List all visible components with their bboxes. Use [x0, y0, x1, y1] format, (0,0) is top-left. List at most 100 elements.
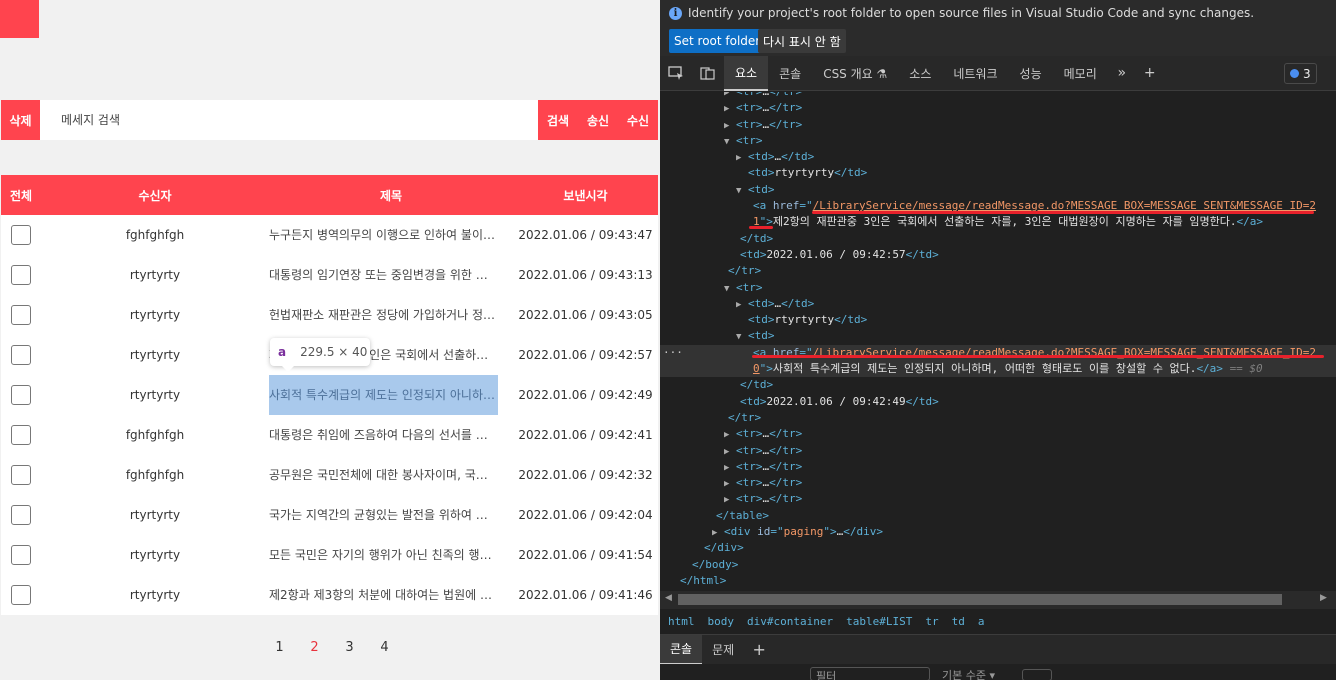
tab-sources[interactable]: 소스: [898, 56, 942, 91]
console-issues-badge[interactable]: [1022, 669, 1052, 680]
tab-network[interactable]: 네트워크: [942, 56, 1008, 91]
dom-node-a-selected[interactable]: ··· <a href="/LibraryService/message/read…: [660, 344, 1336, 362]
dom-node-td[interactable]: ▶ <td>…</td>: [660, 149, 1336, 165]
table-row: fghfghfgh 공무원은 국민전체에 대한 봉사자이며, 국민에 대하여 책…: [1, 455, 658, 495]
info-icon: i: [669, 6, 682, 20]
dom-node-td[interactable]: <td>rtyrtyrty</td>: [660, 165, 1336, 181]
page-link-1[interactable]: 1: [262, 640, 297, 655]
dom-node-div-paging[interactable]: ▶ <div id="paging">…</div>: [660, 524, 1336, 540]
node-actions-icon[interactable]: ···: [663, 345, 683, 361]
drawer-tab-issues[interactable]: 문제: [702, 635, 744, 665]
row-checkbox[interactable]: [11, 225, 31, 245]
dom-node-tr[interactable]: ▶<tr>…</tr>: [660, 117, 1336, 133]
dom-node-tr-expanded[interactable]: ▼ <tr>: [660, 280, 1336, 296]
breadcrumb-item[interactable]: td: [952, 615, 965, 628]
recipient-cell: rtyrtyrty: [129, 348, 181, 362]
dom-node-tr[interactable]: ▶<tr>…</tr>: [660, 92, 1336, 100]
dom-node-td-expanded[interactable]: ▼ <td>: [660, 182, 1336, 198]
dom-node-td-close: </td>: [740, 378, 774, 392]
subject-link[interactable]: 제2항과 제3항의 처분에 대하여는 법원에 제소할 수 없다.: [269, 575, 498, 615]
dom-node-tr[interactable]: ▶<tr>…</tr>: [660, 100, 1336, 116]
row-checkbox[interactable]: [11, 345, 31, 365]
message-search-bar: 삭제 검색 송신 수신: [1, 100, 658, 140]
page-link-4[interactable]: 4: [367, 640, 402, 655]
table-row: rtyrtyrty 모든 국민은 자기의 행위가 아닌 친족의 행위로 인하여 …: [1, 535, 658, 575]
dom-node-td[interactable]: ▶ <td>…</td>: [660, 296, 1336, 312]
breadcrumb-item[interactable]: table#LIST: [846, 615, 912, 628]
row-checkbox[interactable]: [11, 425, 31, 445]
info-message: Identify your project's root folder to o…: [688, 6, 1255, 20]
subject-link[interactable]: 대통령의 임기연장 또는 중임변경을 위한 헌법개정은 그 헌법개정 제안 당시…: [269, 255, 498, 295]
tab-memory[interactable]: 메모리: [1053, 56, 1108, 91]
page-link-3[interactable]: 3: [332, 640, 367, 655]
dom-node-td-expanded[interactable]: ▼ <td>: [660, 328, 1336, 344]
subject-link[interactable]: 공무원은 국민전체에 대한 봉사자이며, 국민에 대하여 책임을 진다.: [269, 455, 498, 495]
add-drawer-tab-icon[interactable]: +: [744, 640, 774, 659]
row-checkbox[interactable]: [11, 385, 31, 405]
breadcrumb-item[interactable]: body: [708, 615, 735, 628]
dom-node-tr[interactable]: ▶<tr>…</tr>: [660, 475, 1336, 491]
horizontal-scrollbar[interactable]: ◀ ▶: [660, 591, 1336, 609]
annotation-underline: [812, 211, 1314, 214]
breadcrumb-item[interactable]: html: [668, 615, 695, 628]
dom-node-tr[interactable]: ▶<tr>…</tr>: [660, 491, 1336, 507]
devtools-tabbar: 요소 콘솔 CSS 개요 ⚗ 소스 네트워크 성능 메모리 » + 3: [660, 55, 1336, 91]
console-filter-input[interactable]: 필터: [810, 667, 930, 680]
subject-link[interactable]: 누구든지 병역의무의 이행으로 인하여 불이익한 처우를 받지 아니한다.: [269, 215, 498, 255]
select-all-header[interactable]: 전체: [1, 175, 41, 215]
dont-show-again-button[interactable]: 다시 표시 안 함: [758, 29, 846, 53]
dom-node-tr-close: </tr>: [728, 264, 762, 278]
inspect-element-icon[interactable]: [660, 56, 692, 91]
row-checkbox[interactable]: [11, 545, 31, 565]
dom-node-tr[interactable]: ▶<tr>…</tr>: [660, 426, 1336, 442]
log-level-dropdown[interactable]: 기본 수준 ▾: [942, 667, 995, 680]
set-root-folder-button[interactable]: Set root folder: [669, 29, 766, 53]
subject-link[interactable]: 대통령은 취임에 즈음하여 다음의 선서를 한다.: [269, 415, 498, 455]
dom-node-div-close: </div>: [704, 541, 744, 555]
dom-node-td[interactable]: <td>rtyrtyrty</td>: [660, 312, 1336, 328]
subject-link-highlighted[interactable]: 사회적 특수계급의 제도는 인정되지 아니하며, 어떠한 형태로도 이를 창설할…: [269, 375, 498, 415]
dom-node-tr-expanded[interactable]: ▼ <tr>: [660, 133, 1336, 149]
breadcrumb-item[interactable]: div#container: [747, 615, 833, 628]
table-row: fghfghfgh 대통령은 취임에 즈음하여 다음의 선서를 한다. 2022…: [1, 415, 658, 455]
page-link-2-current[interactable]: 2: [297, 640, 332, 655]
sent-time-header: 보낸시각: [513, 175, 658, 215]
drawer-tab-console[interactable]: 콘솔: [660, 634, 703, 665]
row-checkbox[interactable]: [11, 265, 31, 285]
message-search-input[interactable]: [40, 100, 538, 140]
row-checkbox[interactable]: [11, 465, 31, 485]
delete-button[interactable]: 삭제: [1, 100, 40, 140]
row-checkbox[interactable]: [11, 585, 31, 605]
more-tabs-icon[interactable]: »: [1108, 56, 1136, 91]
subject-link[interactable]: 국가는 지역간의 균형있는 발전을 위하여 지역경제를 육성할 의무를 진다.: [269, 495, 498, 535]
dom-node-tr[interactable]: ▶<tr>…</tr>: [660, 459, 1336, 475]
received-filter-button[interactable]: 수신: [618, 100, 658, 140]
add-tab-icon[interactable]: +: [1136, 56, 1164, 91]
tab-console[interactable]: 콘솔: [768, 56, 812, 91]
sent-filter-button[interactable]: 송신: [578, 100, 618, 140]
scroll-right-icon[interactable]: ▶: [1320, 593, 1327, 603]
dom-node-tr[interactable]: ▶<tr>…</tr>: [660, 443, 1336, 459]
dom-node-td[interactable]: <td>2022.01.06 / 09:42:57</td>: [660, 247, 1336, 263]
dom-tree[interactable]: ▶<tr>…</tr> ▶<tr>…</tr> ▶<tr>…</tr> ▼<tr…: [660, 92, 1336, 591]
breadcrumb-item[interactable]: tr: [925, 615, 938, 628]
breadcrumb-item[interactable]: a: [978, 615, 985, 628]
issues-badge[interactable]: 3: [1284, 63, 1317, 84]
row-checkbox[interactable]: [11, 305, 31, 325]
dom-node-a-selected-cont[interactable]: 0">사회적 특수계급의 제도는 인정되지 아니하며, 어떠한 형태로도 이를 …: [660, 361, 1336, 378]
dom-node-tr-close: </tr>: [728, 410, 762, 424]
subject-link[interactable]: 모든 국민은 자기의 행위가 아닌 친족의 행위로 인하여 불이익한 처우를 받…: [269, 535, 498, 575]
subject-link[interactable]: 헌법재판소 재판관은 정당에 가입하거나 정치에 관여할 수 없다.: [269, 295, 498, 335]
tab-performance[interactable]: 성능: [1009, 56, 1053, 91]
tab-css-overview[interactable]: CSS 개요 ⚗: [812, 56, 898, 91]
device-emulation-icon[interactable]: [692, 56, 724, 91]
recipient-cell: rtyrtyrty: [129, 548, 181, 562]
logo-block[interactable]: [0, 0, 39, 38]
dom-node-td[interactable]: <td>2022.01.06 / 09:42:49</td>: [660, 394, 1336, 410]
breadcrumb: html body div#container table#LIST tr td…: [660, 610, 1336, 632]
scrollbar-thumb[interactable]: [678, 594, 1282, 605]
tab-elements[interactable]: 요소: [724, 55, 769, 91]
scroll-left-icon[interactable]: ◀: [665, 593, 672, 603]
row-checkbox[interactable]: [11, 505, 31, 525]
search-button[interactable]: 검색: [538, 100, 578, 140]
